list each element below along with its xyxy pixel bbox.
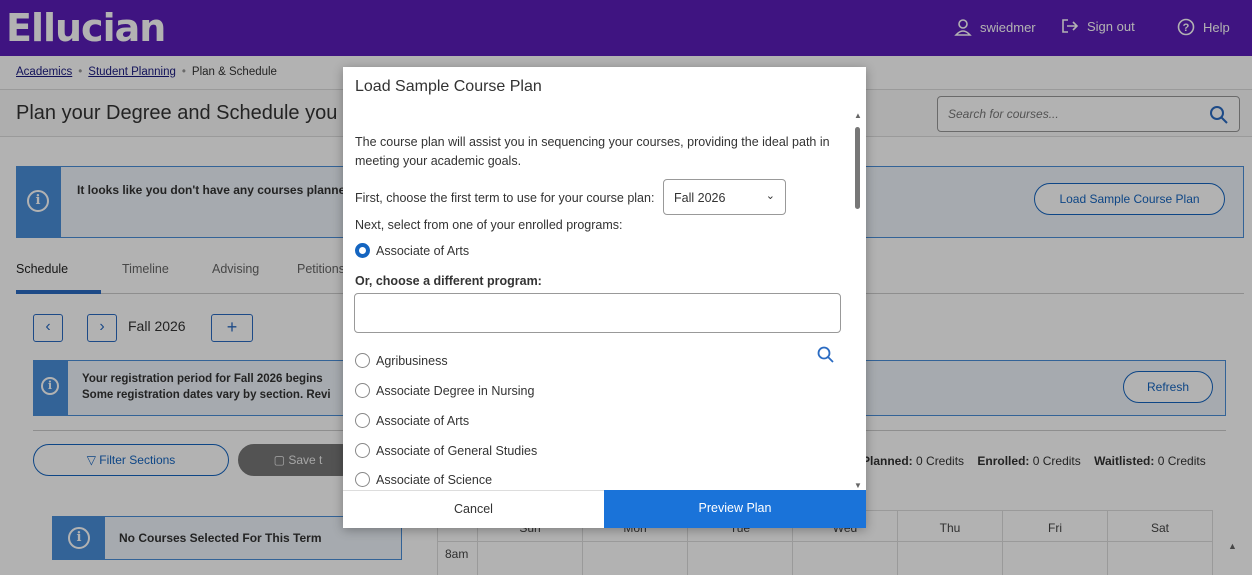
chevron-down-icon: ⌄ (765, 190, 775, 202)
enrolled-program-label[interactable]: Associate of Arts (376, 244, 469, 258)
program-radio-general-studies[interactable] (355, 443, 370, 458)
program-radio-agribusiness[interactable] (355, 353, 370, 368)
scroll-thumb[interactable] (855, 127, 860, 209)
dialog-scrollbar[interactable]: ▲ ▼ (852, 111, 864, 491)
program-option[interactable]: Associate of Science (376, 473, 492, 487)
program-option[interactable]: Associate Degree in Nursing (376, 384, 534, 398)
program-option[interactable]: Associate of Arts (376, 414, 469, 428)
cancel-button[interactable]: Cancel (343, 490, 604, 528)
enrolled-program-radio[interactable] (355, 243, 370, 258)
first-term-value: Fall 2026 (674, 191, 726, 205)
scroll-down-icon[interactable]: ▼ (854, 481, 862, 490)
scroll-up-icon[interactable]: ▲ (854, 111, 862, 120)
dialog-title: Load Sample Course Plan (355, 78, 542, 95)
load-sample-plan-dialog: Load Sample Course Plan ▲ ▼ The course p… (343, 67, 866, 528)
program-option[interactable]: Associate of General Studies (376, 444, 537, 458)
dialog-description: The course plan will assist you in seque… (355, 135, 830, 168)
program-search-input[interactable] (354, 293, 841, 333)
different-program-label: Or, choose a different program: (355, 274, 542, 288)
dialog-footer: Cancel Preview Plan (343, 490, 866, 528)
search-icon[interactable] (817, 346, 835, 364)
program-option[interactable]: Agribusiness (376, 354, 448, 368)
program-radio-nursing[interactable] (355, 383, 370, 398)
enrolled-programs-label: Next, select from one of your enrolled p… (355, 218, 623, 232)
program-radio-arts[interactable] (355, 413, 370, 428)
program-radio-science[interactable] (355, 472, 370, 487)
first-term-label: First, choose the first term to use for … (355, 191, 655, 205)
first-term-select[interactable]: Fall 2026 ⌄ (663, 179, 786, 215)
dialog-body: The course plan will assist you in seque… (355, 133, 845, 171)
preview-plan-button[interactable]: Preview Plan (604, 490, 866, 528)
